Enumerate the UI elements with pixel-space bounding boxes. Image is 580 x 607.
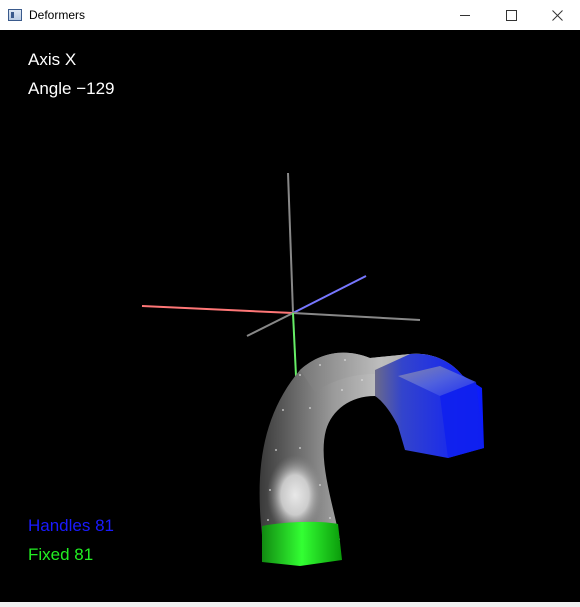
handles-count-label: Handles 81 [28, 516, 115, 535]
app-window-icon[interactable] [8, 9, 22, 21]
axis-y-line [292, 312, 297, 377]
axis-back-line [246, 312, 294, 337]
title-bar[interactable]: Deformers [0, 0, 580, 30]
maximize-button[interactable] [488, 0, 534, 30]
angle-label: Angle −129 [28, 79, 115, 98]
axis-up-line [287, 172, 294, 314]
close-icon [551, 9, 563, 21]
fixed-count-label: Fixed 81 [28, 545, 94, 564]
minimize-button[interactable] [442, 0, 488, 30]
gl-viewport[interactable]: Axis X Angle −129 Handles 81 Fixed 81 [0, 30, 580, 602]
window-bottom-edge [0, 602, 580, 607]
close-button[interactable] [534, 0, 580, 30]
axis-right-line [292, 312, 421, 321]
fixed-region [262, 521, 342, 566]
minimize-icon [459, 14, 470, 16]
deformed-mesh[interactable] [259, 352, 484, 566]
app-window: Deformers Axis X Angle −129 Handles 81 F… [0, 0, 580, 607]
axis-z-line [292, 275, 367, 314]
maximize-icon [505, 9, 517, 21]
axis-label: Axis X [28, 50, 77, 69]
window-title: Deformers [29, 8, 86, 22]
axes-gizmo [141, 172, 421, 377]
window-controls [442, 0, 580, 30]
axis-x-line [141, 305, 294, 314]
